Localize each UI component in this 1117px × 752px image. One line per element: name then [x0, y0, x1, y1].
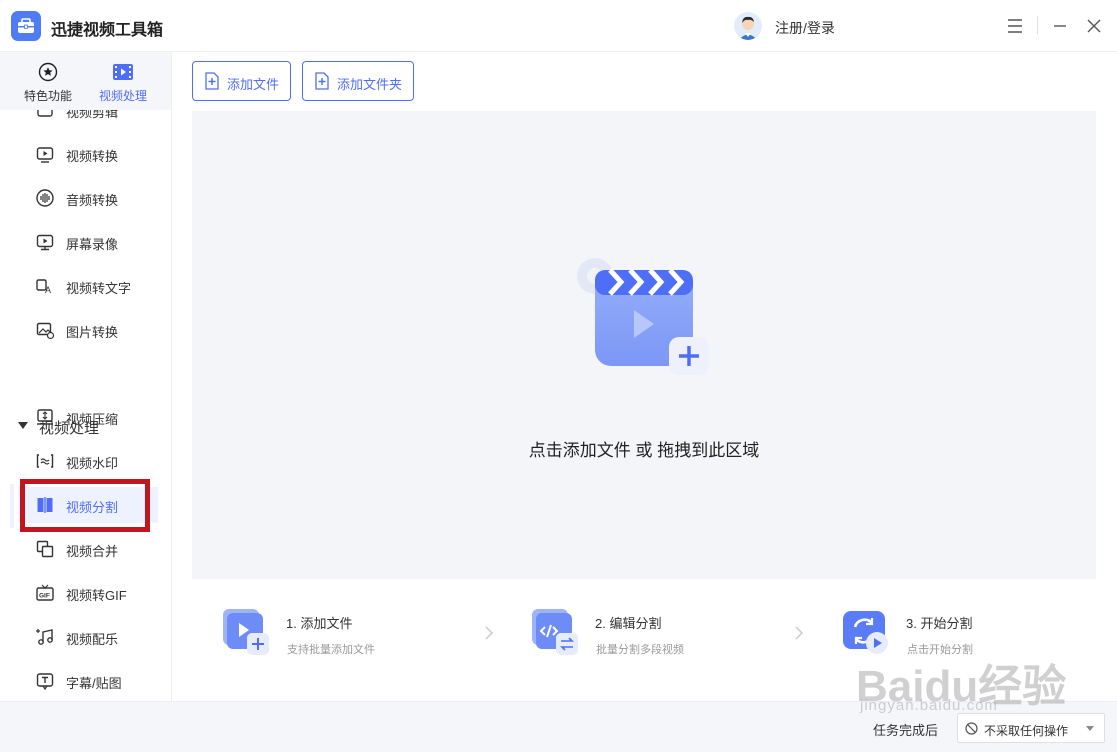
sidebar-tabs: 特色功能 视频处理 — [0, 52, 171, 110]
tab-featured[interactable]: 特色功能 — [17, 60, 79, 104]
add-folder-label: 添加文件夹 — [337, 77, 403, 92]
app-logo-icon — [11, 11, 41, 41]
tab-video-processing-label: 视频处理 — [98, 89, 147, 103]
dropdown-arrow-icon — [1086, 726, 1094, 731]
step-desc: 支持批量添加文件 — [287, 644, 375, 656]
image-icon — [36, 322, 55, 340]
sidebar-item-label: 视频转换 — [66, 149, 119, 164]
title-bar: 迅捷视频工具箱 注册/登录 — [0, 0, 1117, 52]
after-task-label: 任务完成后 — [873, 723, 939, 738]
sidebar-item-label: 音频转换 — [66, 193, 119, 208]
title-divider — [1037, 16, 1038, 34]
sidebar-item-image-convert[interactable]: 图片转换 — [18, 312, 158, 348]
sidebar-item-subtitle-sticker[interactable]: 字幕/贴图 — [18, 663, 158, 699]
add-folder-icon — [315, 72, 329, 90]
sidebar: 特色功能 视频处理 视频剪辑 视频转换 音频转换 屏幕录像 A 视频转文字 图片… — [0, 52, 172, 701]
sidebar-item-video-watermark[interactable]: 视频水印 — [18, 443, 158, 479]
minimize-icon[interactable] — [1048, 14, 1072, 38]
step-start-split-icon — [843, 611, 888, 654]
sidebar-item-video-music[interactable]: 视频配乐 — [18, 619, 158, 655]
step-edit-split-icon — [532, 609, 578, 655]
video-text-icon: A — [36, 279, 51, 295]
step-edit-split: 2. 编辑分割 批量分割多段视频 — [530, 605, 750, 665]
sidebar-item-label: 视频水印 — [66, 456, 119, 471]
video-convert-icon — [36, 147, 54, 163]
screen-record-icon — [36, 234, 54, 251]
add-file-label: 添加文件 — [227, 77, 280, 92]
step-title: 1. 添加文件 — [286, 616, 353, 631]
step-desc: 批量分割多段视频 — [596, 644, 684, 656]
sidebar-item-video-to-text[interactable]: A 视频转文字 — [18, 268, 158, 304]
sidebar-item-label: 字幕/贴图 — [66, 676, 122, 691]
sidebar-item-video-merge[interactable]: 视频合并 — [18, 531, 158, 567]
svg-text:GIF: GIF — [39, 593, 50, 600]
music-note-icon — [36, 629, 53, 645]
ban-icon — [965, 722, 978, 735]
user-avatar[interactable] — [734, 12, 762, 40]
step-add-file: 1. 添加文件 支持批量添加文件 — [221, 605, 441, 665]
step-title: 3. 开始分割 — [906, 616, 973, 631]
sidebar-item-screen-record[interactable]: 屏幕录像 — [18, 224, 158, 260]
sidebar-item-label: 屏幕录像 — [66, 237, 119, 252]
sidebar-item-video-convert[interactable]: 视频转换 — [18, 136, 158, 172]
drop-zone-hint: 点击添加文件 或 拖拽到此区域 — [528, 441, 760, 460]
sidebar-item-label: 图片转换 — [66, 325, 119, 340]
sidebar-item-label: 视频配乐 — [66, 632, 119, 647]
film-icon — [113, 64, 133, 80]
chevron-right-icon — [795, 626, 804, 640]
tab-video-processing[interactable]: 视频处理 — [92, 60, 154, 104]
app-title: 迅捷视频工具箱 — [51, 22, 164, 39]
gif-icon: GIF — [36, 584, 54, 601]
star-icon — [38, 62, 58, 82]
tab-featured-label: 特色功能 — [23, 89, 72, 103]
add-file-icon — [205, 72, 219, 90]
sidebar-item-label: 视频压缩 — [66, 412, 119, 427]
file-drop-zone[interactable]: 点击添加文件 或 拖拽到此区域 — [192, 111, 1096, 579]
add-file-button[interactable]: 添加文件 — [192, 61, 291, 101]
menu-icon[interactable] — [1003, 14, 1027, 38]
sidebar-item-video-to-gif[interactable]: GIF 视频转GIF — [18, 575, 158, 611]
sidebar-item-label: 视频合并 — [66, 544, 119, 559]
close-icon[interactable] — [1082, 14, 1106, 38]
clapperboard-add-icon — [577, 258, 709, 375]
step-title: 2. 编辑分割 — [595, 616, 662, 631]
sidebar-item-label: 视频转GIF — [66, 588, 127, 603]
subtitle-icon — [36, 673, 54, 691]
chevron-right-icon — [485, 626, 494, 640]
compress-icon — [37, 409, 53, 425]
sidebar-item-audio-convert[interactable]: 音频转换 — [18, 180, 158, 216]
active-indicator — [10, 484, 14, 528]
svg-text:A: A — [45, 285, 51, 295]
audio-wave-icon — [36, 189, 54, 207]
add-folder-button[interactable]: 添加文件夹 — [302, 61, 414, 101]
watermark-icon — [36, 454, 54, 468]
watermark-url: jingyan.baidu.com — [860, 697, 998, 714]
step-add-file-icon — [223, 609, 269, 655]
login-link[interactable]: 注册/登录 — [775, 18, 835, 38]
sidebar-item-label: 视频转文字 — [66, 281, 132, 296]
annotation-highlight-box — [20, 479, 150, 532]
sidebar-item-video-compress[interactable]: 视频压缩 — [18, 399, 158, 435]
after-task-select[interactable]: 不采取任何操作 — [957, 713, 1105, 743]
merge-icon — [36, 540, 54, 558]
after-task-value: 不采取任何操作 — [984, 724, 1069, 738]
